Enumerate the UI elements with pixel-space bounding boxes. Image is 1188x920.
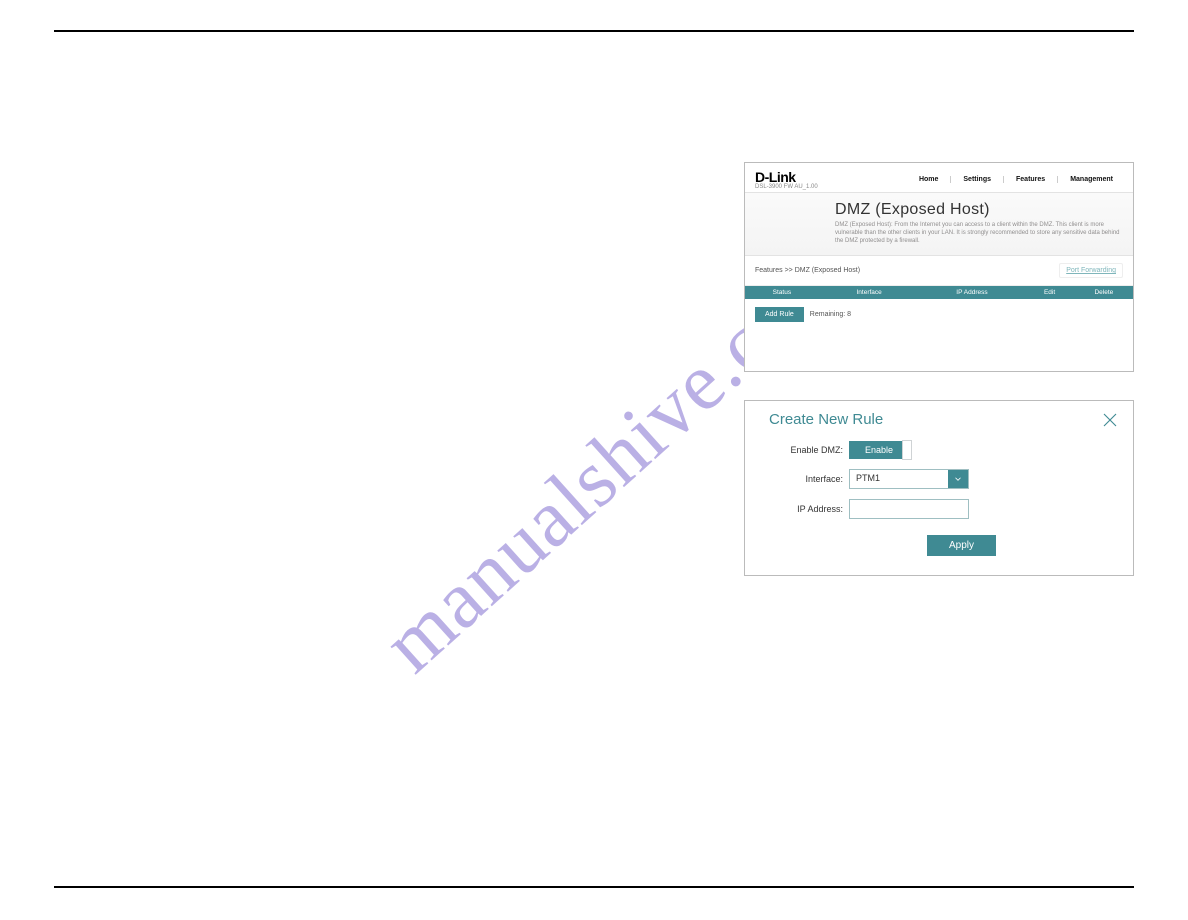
apply-button[interactable]: Apply (927, 535, 996, 556)
screenshot-create-rule: Create New Rule Enable DMZ: Enable Inter… (744, 400, 1134, 576)
model-line: DSL-3900 FW AU_1.00 (755, 184, 818, 190)
nav-features[interactable]: Features (1003, 176, 1057, 183)
breadcrumb: Features >> DMZ (Exposed Host) (755, 267, 860, 274)
enable-dmz-toggle[interactable]: Enable (849, 441, 909, 459)
ip-address-input[interactable] (849, 499, 969, 519)
dialog-title: Create New Rule (769, 411, 883, 428)
close-icon[interactable] (1101, 411, 1119, 429)
label-interface: Interface: (769, 474, 843, 484)
brand-logo: D-Link (755, 169, 818, 185)
chevron-down-icon (948, 470, 968, 488)
nav-settings[interactable]: Settings (950, 176, 1003, 183)
screenshot-dmz-page: D-Link DSL-3900 FW AU_1.00 Home Settings… (744, 162, 1134, 372)
add-rule-button[interactable]: Add Rule (755, 307, 804, 322)
top-nav: Home Settings Features Management (907, 176, 1125, 183)
nav-home[interactable]: Home (907, 176, 950, 183)
th-delete: Delete (1075, 289, 1133, 296)
th-ip: IP Address (920, 289, 1025, 296)
interface-select[interactable]: PTM1 (849, 469, 969, 489)
toggle-text: Enable (865, 445, 893, 455)
bottom-rule (54, 886, 1134, 888)
page-description: DMZ (Exposed Host): From the Internet yo… (835, 221, 1123, 245)
port-forwarding-link[interactable]: Port Forwarding (1059, 263, 1123, 278)
remaining-count: Remaining: 8 (810, 311, 851, 318)
table-header: Status Interface IP Address Edit Delete (745, 286, 1133, 299)
label-ip: IP Address: (769, 504, 843, 514)
label-enable-dmz: Enable DMZ: (769, 445, 843, 455)
th-interface: Interface (819, 289, 920, 296)
toggle-knob (902, 440, 912, 460)
nav-management[interactable]: Management (1057, 176, 1125, 183)
interface-value: PTM1 (856, 473, 880, 483)
page-title-dmz: DMZ (Exposed Host) (835, 201, 1123, 219)
th-status: Status (745, 289, 819, 296)
th-edit: Edit (1024, 289, 1074, 296)
